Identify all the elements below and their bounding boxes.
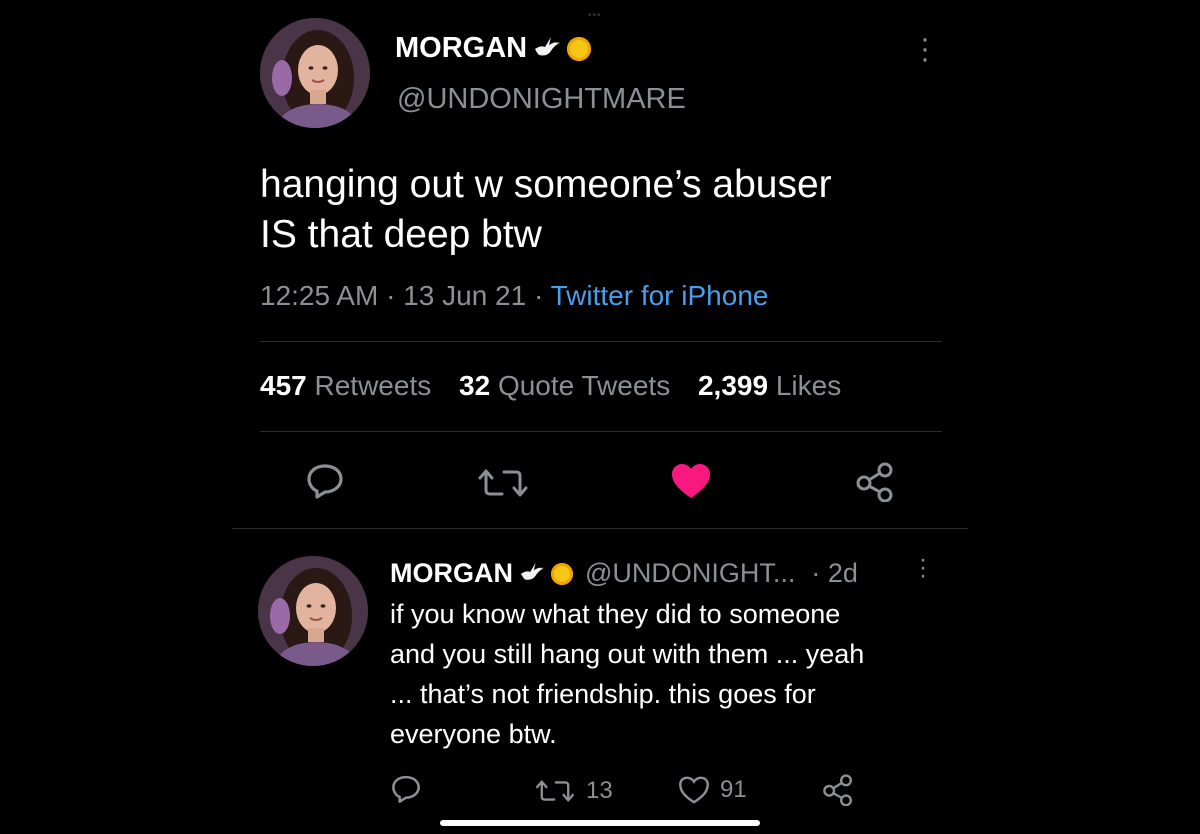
likes-stat[interactable]: 2,399 Likes: [698, 370, 841, 401]
display-name-text: MORGAN: [395, 32, 528, 64]
reply-text-line: everyone btw.: [390, 719, 557, 749]
quotes-count: 32: [459, 370, 491, 401]
divider: [232, 528, 968, 529]
reply-button[interactable]: [305, 462, 345, 500]
like-count: 91: [720, 776, 747, 803]
reply-header: MORGAN @UNDONIGHT... · 2d: [390, 558, 858, 589]
share-button[interactable]: [822, 774, 854, 806]
meta-separator: ·: [386, 280, 396, 311]
sun-icon: [551, 562, 573, 585]
sun-icon: [567, 36, 592, 61]
divider: [260, 341, 942, 342]
retweets-count: 457: [260, 370, 307, 401]
likes-label: Likes: [775, 370, 842, 401]
meta-separator: ·: [533, 280, 544, 311]
likes-count: 2,399: [697, 370, 769, 401]
more-vertical-icon[interactable]: · · ·: [918, 548, 928, 588]
heart-icon: [672, 464, 710, 498]
more-vertical-icon[interactable]: · · ·: [920, 24, 930, 74]
like-button[interactable]: [670, 462, 712, 500]
handle[interactable]: @UNDONIGHTMARE: [397, 83, 686, 116]
avatar[interactable]: [260, 18, 370, 128]
retweet-icon: [478, 469, 528, 497]
share-icon: [856, 462, 893, 502]
reply-button[interactable]: [390, 774, 422, 804]
retweet-button[interactable]: 13: [534, 777, 613, 805]
retweet-button[interactable]: [476, 468, 530, 498]
heart-icon: [679, 776, 709, 804]
reply-time[interactable]: · 2d: [811, 558, 858, 589]
share-button[interactable]: [855, 462, 895, 502]
tweet-stats: 457 Retweets 32 Quote Tweets 2,399 Likes: [260, 370, 861, 402]
dove-icon: [519, 561, 545, 587]
home-indicator[interactable]: [440, 820, 760, 826]
reply-icon: [392, 775, 420, 803]
tweet-time[interactable]: 12:25 AM: [260, 280, 378, 311]
reply-icon: [307, 464, 343, 499]
tweet-meta: 12:25 AM · 13 Jun 21 · Twitter for iPhon…: [260, 280, 768, 312]
share-icon: [823, 774, 852, 806]
retweet-count: 13: [586, 777, 613, 804]
quote-tweets-stat[interactable]: 32 Quote Tweets: [459, 370, 670, 401]
tweet-text: hanging out w someone’s abuser IS that d…: [260, 160, 940, 260]
reply-text-line: and you still hang out with them ... yea…: [390, 639, 865, 669]
divider: [260, 431, 942, 432]
avatar[interactable]: [258, 556, 368, 666]
display-name-text[interactable]: MORGAN: [390, 558, 513, 589]
handle[interactable]: @UNDONIGHT...: [585, 558, 795, 589]
dove-icon: [533, 35, 561, 63]
reply-text-line: if you know what they did to someone: [390, 599, 841, 629]
screen: ••• MORGAN @UNDONIGHTMARE · · · hanging ou: [0, 0, 1200, 834]
retweets-stat[interactable]: 457 Retweets: [260, 370, 431, 401]
quotes-label: Quote Tweets: [497, 370, 671, 401]
tweet-date[interactable]: 13 Jun 21: [403, 280, 526, 311]
top-notch: •••: [588, 10, 602, 21]
reply-text-line: ... that’s not friendship. this goes for: [390, 679, 816, 709]
tweet-source-link[interactable]: Twitter for iPhone: [551, 280, 769, 311]
display-name[interactable]: MORGAN: [395, 32, 592, 65]
retweets-label: Retweets: [314, 370, 432, 401]
tweet-text-line: hanging out w someone’s abuser: [260, 163, 832, 206]
tweet-text-line: IS that deep btw: [260, 213, 542, 256]
reply-text: if you know what they did to someone and…: [390, 594, 930, 754]
retweet-icon: [535, 780, 575, 802]
like-button[interactable]: 91: [678, 775, 747, 805]
